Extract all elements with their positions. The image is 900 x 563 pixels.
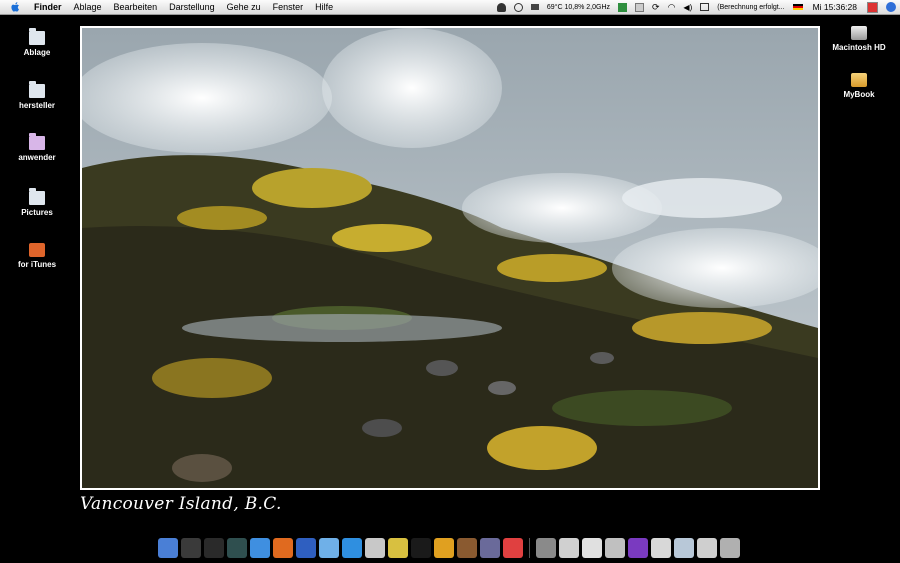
folder-icon bbox=[29, 28, 45, 45]
desktop-item-anwender[interactable]: anwender bbox=[2, 133, 72, 162]
preview-doc-icon[interactable] bbox=[536, 538, 556, 558]
window-doc-icon[interactable] bbox=[559, 538, 579, 558]
window-doc-icon-3[interactable] bbox=[605, 538, 625, 558]
folder-icon bbox=[29, 81, 45, 98]
folder-icon bbox=[29, 188, 45, 205]
desktop-item-label: Pictures bbox=[21, 208, 53, 217]
wallpaper-caption: Vancouver Island, B.C. bbox=[80, 494, 282, 514]
dock bbox=[158, 536, 743, 560]
grid-app-icon[interactable] bbox=[388, 538, 408, 558]
apple-menu-icon[interactable] bbox=[10, 1, 22, 13]
menu-hilfe[interactable]: Hilfe bbox=[309, 0, 339, 14]
excel-icon[interactable] bbox=[618, 2, 628, 12]
purple-window-icon[interactable] bbox=[628, 538, 648, 558]
volume-icon[interactable]: ◀) bbox=[683, 3, 692, 12]
desktop-item-label: MyBook bbox=[843, 90, 875, 99]
window-doc-icon-4[interactable] bbox=[651, 538, 671, 558]
menu-bearbeiten[interactable]: Bearbeiten bbox=[108, 0, 164, 14]
flag-de-icon[interactable] bbox=[792, 3, 803, 11]
firefox-icon[interactable] bbox=[273, 538, 293, 558]
status-text: 69°C 10,8% 2,0GHz bbox=[546, 3, 611, 11]
itunes-icon[interactable] bbox=[319, 538, 339, 558]
desktop-item-label: for iTunes bbox=[17, 260, 57, 269]
menu-ablage[interactable]: Ablage bbox=[68, 0, 108, 14]
window-doc-icon-2[interactable] bbox=[582, 538, 602, 558]
safari-icon[interactable] bbox=[250, 538, 270, 558]
desktop-item-pictures[interactable]: Pictures bbox=[2, 188, 72, 217]
itunes-folder-icon bbox=[29, 243, 45, 257]
window-doc-icon-5[interactable] bbox=[674, 538, 694, 558]
folder-icon bbox=[29, 133, 45, 150]
menu-darstellung[interactable]: Darstellung bbox=[163, 0, 221, 14]
wifi-icon[interactable]: ◠ bbox=[668, 2, 676, 13]
quicktime-icon[interactable] bbox=[342, 538, 362, 558]
dock-separator bbox=[529, 538, 530, 558]
wallpaper-photo bbox=[80, 26, 820, 490]
coffee-app-icon[interactable] bbox=[457, 538, 477, 558]
utility-app-icon[interactable] bbox=[480, 538, 500, 558]
document-icon[interactable] bbox=[635, 2, 645, 12]
hard-drive-icon bbox=[851, 26, 867, 40]
desktop-item-hersteller[interactable]: hersteller bbox=[2, 81, 72, 110]
menu-bar: Finder Ablage Bearbeiten Darstellung Geh… bbox=[0, 0, 900, 15]
activity-monitor-icon[interactable] bbox=[227, 538, 247, 558]
menu-fenster[interactable]: Fenster bbox=[267, 0, 310, 14]
window-doc-icon-6[interactable] bbox=[697, 538, 717, 558]
spotlight-icon[interactable] bbox=[886, 2, 896, 12]
desktop-item-mybook[interactable]: MyBook bbox=[824, 73, 894, 99]
menu-gehe-zu[interactable]: Gehe zu bbox=[221, 0, 267, 14]
trash-icon[interactable] bbox=[720, 538, 740, 558]
input-status: (Berechnung erfolgt... bbox=[717, 3, 785, 11]
keyboard-icon[interactable] bbox=[700, 3, 710, 11]
desktop-item-label: anwender bbox=[18, 153, 56, 162]
desktop-item-ablage[interactable]: Ablage bbox=[2, 28, 72, 57]
dashboard-icon[interactable] bbox=[181, 538, 201, 558]
iphoto-icon[interactable] bbox=[365, 538, 385, 558]
wallpaper-image bbox=[82, 28, 818, 488]
menu-clock[interactable]: Mi 15:36:28 bbox=[813, 2, 857, 12]
cpu-monitor-icon[interactable] bbox=[530, 4, 539, 10]
refresh-icon[interactable]: ⟳ bbox=[652, 2, 660, 13]
nx2-icon[interactable] bbox=[411, 538, 431, 558]
finder-icon[interactable] bbox=[158, 538, 178, 558]
user-icon[interactable] bbox=[496, 2, 506, 12]
calendar-icon[interactable] bbox=[867, 1, 878, 13]
desktop-item-macintosh-hd[interactable]: Macintosh HD bbox=[824, 26, 894, 52]
desktop-item-label: Ablage bbox=[23, 48, 51, 57]
desktop-item-for-itunes[interactable]: for iTunes bbox=[2, 243, 72, 269]
menu-extras: 69°C 10,8% 2,0GHz ⟳ ◠ ◀) (Berechnung erf… bbox=[493, 0, 900, 14]
app-blue-icon[interactable] bbox=[296, 538, 316, 558]
calendar-app-icon[interactable] bbox=[503, 538, 523, 558]
pencil-app-icon[interactable] bbox=[434, 538, 454, 558]
menu-app-name[interactable]: Finder bbox=[28, 0, 68, 14]
desktop-item-label: hersteller bbox=[18, 101, 56, 110]
terminal-icon[interactable] bbox=[204, 538, 224, 558]
desktop-item-label: Macintosh HD bbox=[832, 43, 886, 52]
external-drive-icon bbox=[851, 73, 867, 87]
sync-icon[interactable] bbox=[513, 2, 523, 12]
